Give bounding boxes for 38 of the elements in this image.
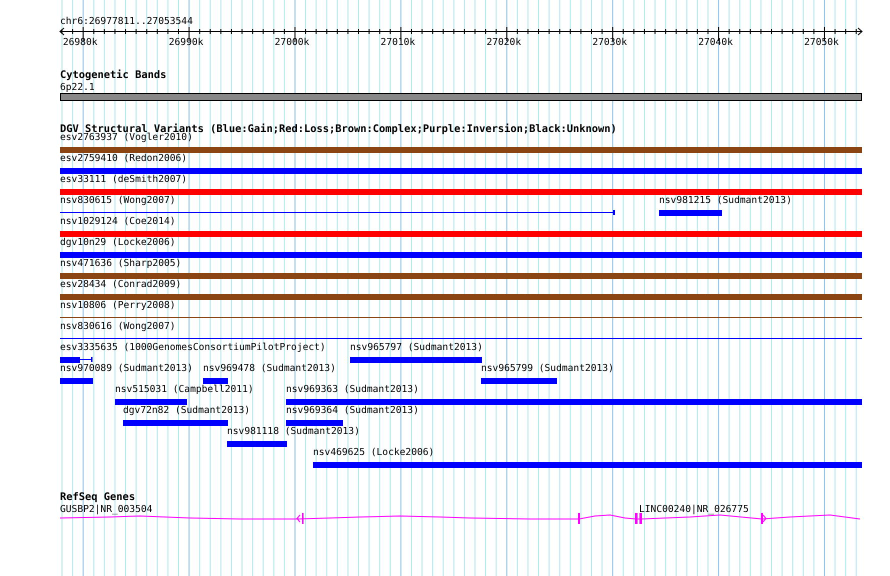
tick-label: 26980k — [62, 37, 98, 48]
variant-label: nsv970089 (Sudmant2013) — [60, 363, 193, 374]
tick-label: 27020k — [486, 37, 522, 48]
variant-bar[interactable] — [60, 357, 92, 363]
tick-label: 27030k — [592, 37, 627, 48]
variant-label: esv33111 (deSmith2007) — [60, 174, 188, 185]
variant-label: nsv981118 (Sudmant2013) — [227, 426, 360, 437]
variant-label: esv2759410 (Redon2006) — [60, 153, 188, 164]
gene-label: GUSBP2|NR_003504 — [60, 504, 152, 515]
variant-label: nsv10806 (Perry2008) — [60, 300, 176, 311]
gene-label: LINC00240|NR_026775 — [639, 504, 749, 515]
track-title: RefSeq Genes — [60, 491, 136, 503]
variant-label: nsv981215 (Sudmant2013) — [659, 195, 792, 206]
variant-label: nsv830616 (Wong2007) — [60, 321, 176, 332]
variant-label: nsv515031 (Campbell2011) — [115, 384, 254, 395]
variant-label: nsv1029124 (Coe2014) — [60, 216, 176, 227]
variant-line[interactable] — [60, 210, 615, 215]
variant-label: nsv471636 (Sharp2005) — [60, 258, 182, 269]
variant-label: esv2763937 (Vogler2010) — [60, 132, 193, 143]
variant-label: nsv469625 (Locke2006) — [313, 447, 434, 458]
tick-label: 27000k — [274, 37, 310, 48]
track-title: Cytogenetic Bands — [60, 69, 166, 81]
chromosome-location: chr6:26977811..27053544 — [60, 16, 193, 27]
variant-label: nsv969363 (Sudmant2013) — [286, 384, 419, 395]
variant-label: esv3335635 (1000GenomesConsortiumPilotProject) — [60, 342, 326, 353]
variant-label: dgv10n29 (Locke2006) — [60, 237, 176, 248]
tick-label: 27040k — [698, 37, 733, 48]
variant-label: esv28434 (Conrad2009) — [60, 279, 182, 290]
variant-label: nsv969364 (Sudmant2013) — [286, 405, 419, 416]
tick-label: 27010k — [380, 37, 416, 48]
band-label: 6p22.1 — [60, 82, 95, 93]
tick-label: 27050k — [804, 37, 839, 48]
variant-label: nsv965797 (Sudmant2013) — [350, 342, 483, 353]
variant-label: nsv965799 (Sudmant2013) — [481, 363, 614, 374]
tick-label: 26990k — [168, 37, 204, 48]
variant-label: dgv72n82 (Sudmant2013) — [123, 405, 250, 416]
variant-label: nsv969478 (Sudmant2013) — [203, 363, 336, 374]
variant-label: nsv830615 (Wong2007) — [60, 195, 176, 206]
